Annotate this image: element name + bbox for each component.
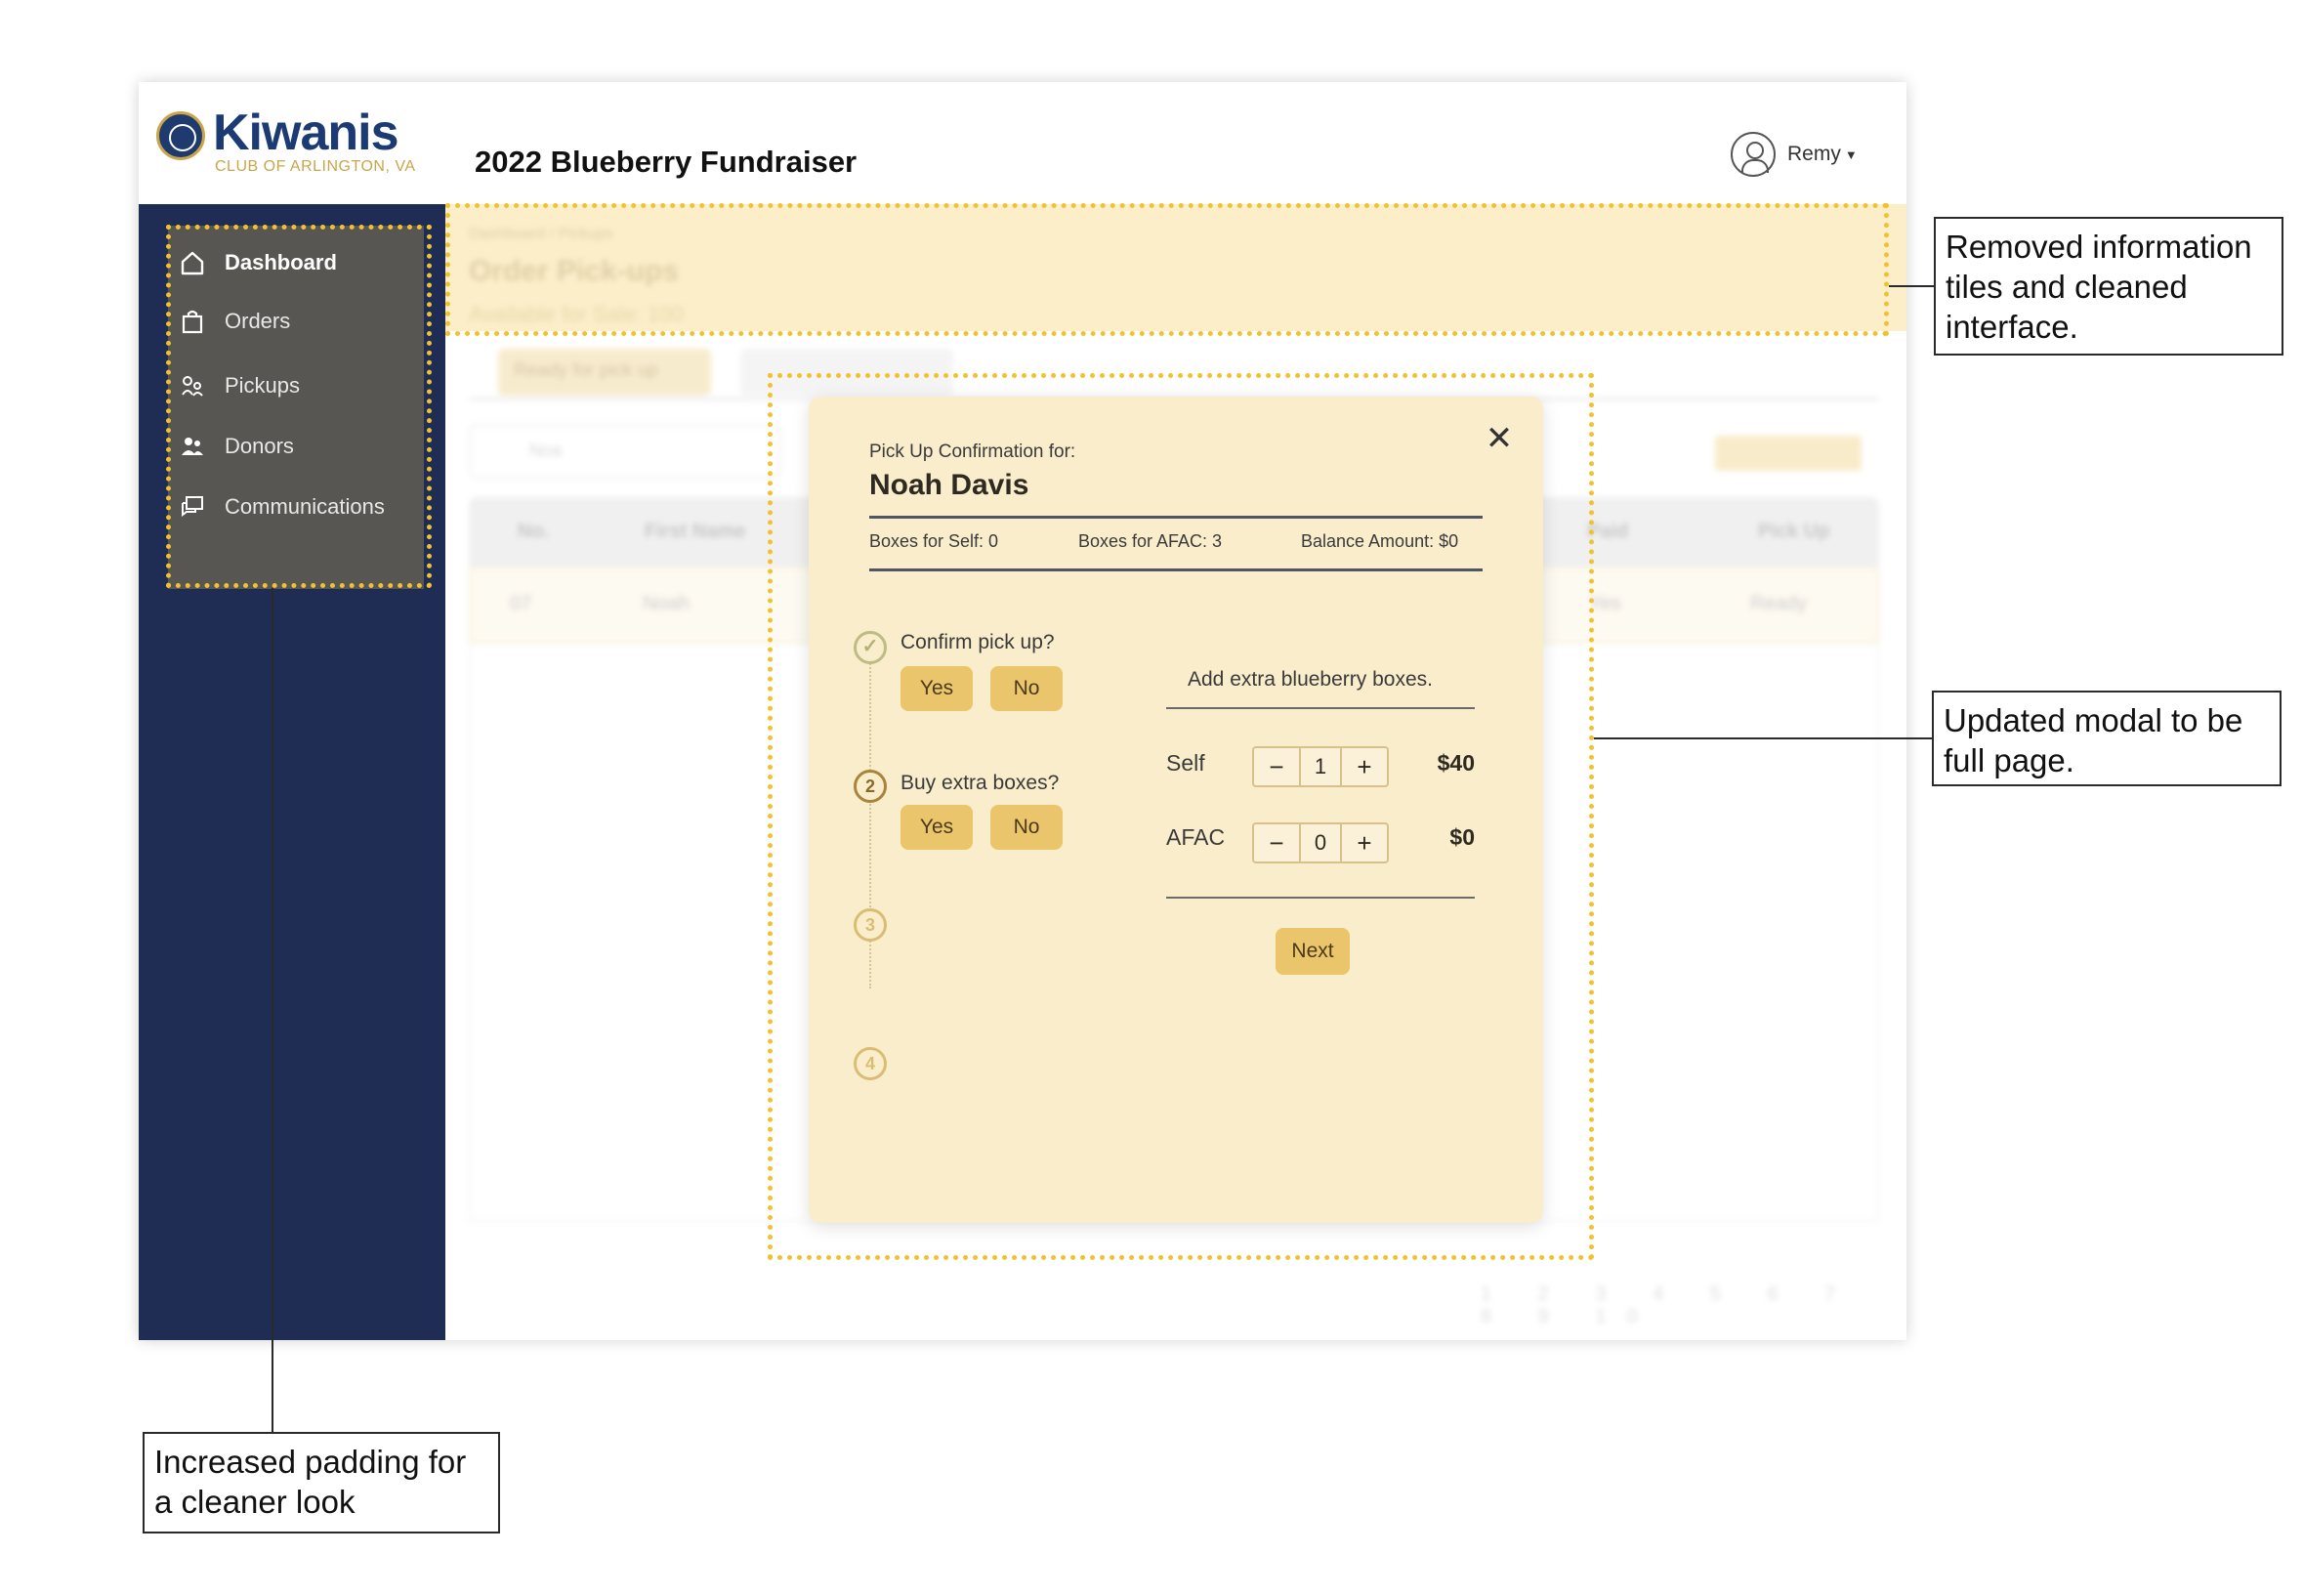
user-menu[interactable]: Remy ▼ xyxy=(1731,131,1858,178)
header-highlight xyxy=(445,203,1889,336)
logo-subtitle: CLUB OF ARLINGTON, VA xyxy=(215,158,416,175)
column-header[interactable]: First Name xyxy=(645,521,745,543)
cell-pick-up: Ready xyxy=(1750,593,1807,614)
kiwanis-logo[interactable]: Kiwanis CLUB OF ARLINGTON, VA xyxy=(156,105,440,180)
cell-no: 07 xyxy=(510,593,532,614)
annotation-modal: Updated modal to be full page. xyxy=(1932,691,2282,786)
modal-highlight xyxy=(768,373,1594,1260)
callout-connector xyxy=(1594,737,1932,739)
cell-first-name: Noah xyxy=(643,593,690,614)
column-header[interactable]: Pick Up xyxy=(1758,521,1829,543)
page-title: 2022 Blueberry Fundraiser xyxy=(475,145,858,179)
callout-connector xyxy=(272,588,273,1432)
pagination[interactable]: 1 2 3 4 5 6 7 8 9 10 xyxy=(1481,1283,1906,1328)
logo-wordmark: Kiwanis xyxy=(213,105,398,161)
top-bar: Kiwanis CLUB OF ARLINGTON, VA 2022 Blueb… xyxy=(139,82,1906,204)
chevron-down-icon: ▼ xyxy=(1844,147,1858,162)
send-message-button[interactable] xyxy=(1715,436,1862,471)
kiwanis-seal-icon xyxy=(156,111,205,160)
user-avatar-icon xyxy=(1731,132,1776,177)
search-input[interactable]: Noa xyxy=(469,424,781,479)
column-header[interactable]: No. xyxy=(518,521,549,543)
callout-connector xyxy=(1889,285,1934,287)
annotation-sidebar: Increased padding for a cleaner look xyxy=(143,1432,500,1533)
tab-ready-for-pickup[interactable]: Ready for pick up xyxy=(498,349,711,396)
annotation-removed-tiles: Removed information tiles and cleaned in… xyxy=(1934,217,2283,356)
canvas: Kiwanis CLUB OF ARLINGTON, VA 2022 Blueb… xyxy=(0,0,2303,1596)
sidebar-highlight xyxy=(166,225,432,588)
user-name: Remy xyxy=(1787,143,1841,165)
